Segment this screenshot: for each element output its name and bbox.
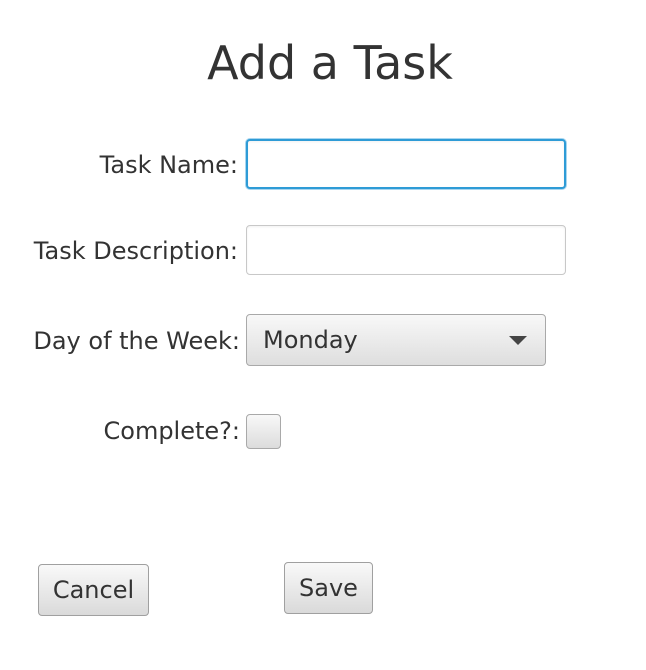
task-name-label: Task Name: — [99, 151, 238, 179]
day-of-week-select[interactable]: Monday — [246, 314, 546, 366]
chevron-down-icon — [509, 335, 527, 345]
complete-label: Complete?: — [103, 417, 241, 445]
save-button[interactable]: Save — [284, 562, 373, 614]
page-title: Add a Task — [207, 36, 453, 90]
day-of-week-selected: Monday — [263, 326, 358, 354]
day-of-week-label: Day of the Week: — [33, 327, 240, 355]
task-name-input[interactable] — [246, 139, 566, 189]
cancel-button[interactable]: Cancel — [38, 564, 149, 616]
task-description-input[interactable] — [246, 225, 566, 275]
complete-checkbox[interactable] — [246, 414, 281, 449]
task-description-label: Task Description: — [33, 237, 238, 265]
